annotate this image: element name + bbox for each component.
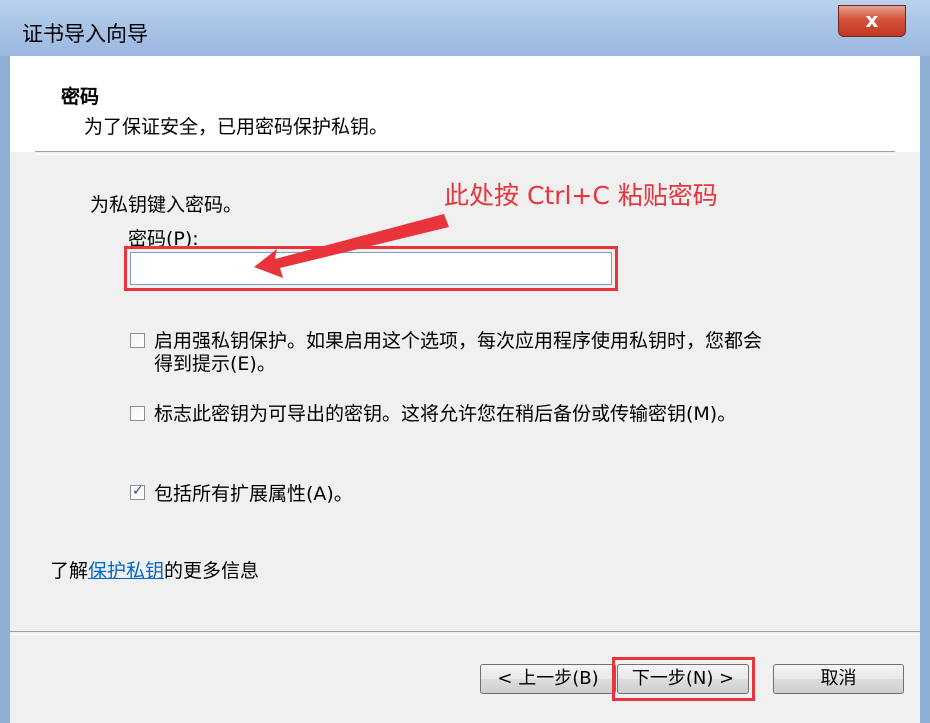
back-button[interactable]: < 上一步(B) — [480, 664, 616, 694]
window-title: 证书导入向导 — [22, 22, 148, 46]
info-prefix: 了解 — [50, 560, 89, 582]
cancel-button[interactable]: 取消 — [773, 664, 904, 694]
footer-divider — [10, 631, 920, 635]
certificate-import-wizard-window: 证书导入向导 x 密码 为了保证安全，已用密码保护私钥。 为私钥键入密码。 密码… — [0, 0, 930, 723]
extended-properties-checkbox[interactable] — [130, 483, 145, 500]
protect-private-key-link[interactable]: 保护私钥 — [88, 560, 164, 582]
close-button[interactable]: x — [838, 5, 906, 37]
wizard-client-area: 密码 为了保证安全，已用密码保护私钥。 为私钥键入密码。 密码(P): 此处按 … — [10, 56, 920, 723]
close-icon: x — [865, 8, 879, 32]
exportable-key-checkbox[interactable] — [130, 406, 145, 421]
extended-properties-label: 包括所有扩展属性(A)。 — [154, 483, 353, 505]
annotation-arrow-icon — [254, 214, 449, 278]
strong-protection-checkbox[interactable] — [130, 333, 145, 348]
strong-protection-label-line2: 得到提示(E)。 — [154, 353, 276, 375]
next-button-highlight — [612, 657, 755, 701]
title-bar[interactable]: 证书导入向导 x — [0, 0, 930, 56]
info-suffix: 的更多信息 — [164, 560, 260, 582]
exportable-key-label: 标志此密钥为可导出的密钥。这将允许您在稍后备份或传输密钥(M)。 — [154, 403, 737, 425]
info-text: 了解保护私钥的更多信息 — [50, 556, 259, 583]
